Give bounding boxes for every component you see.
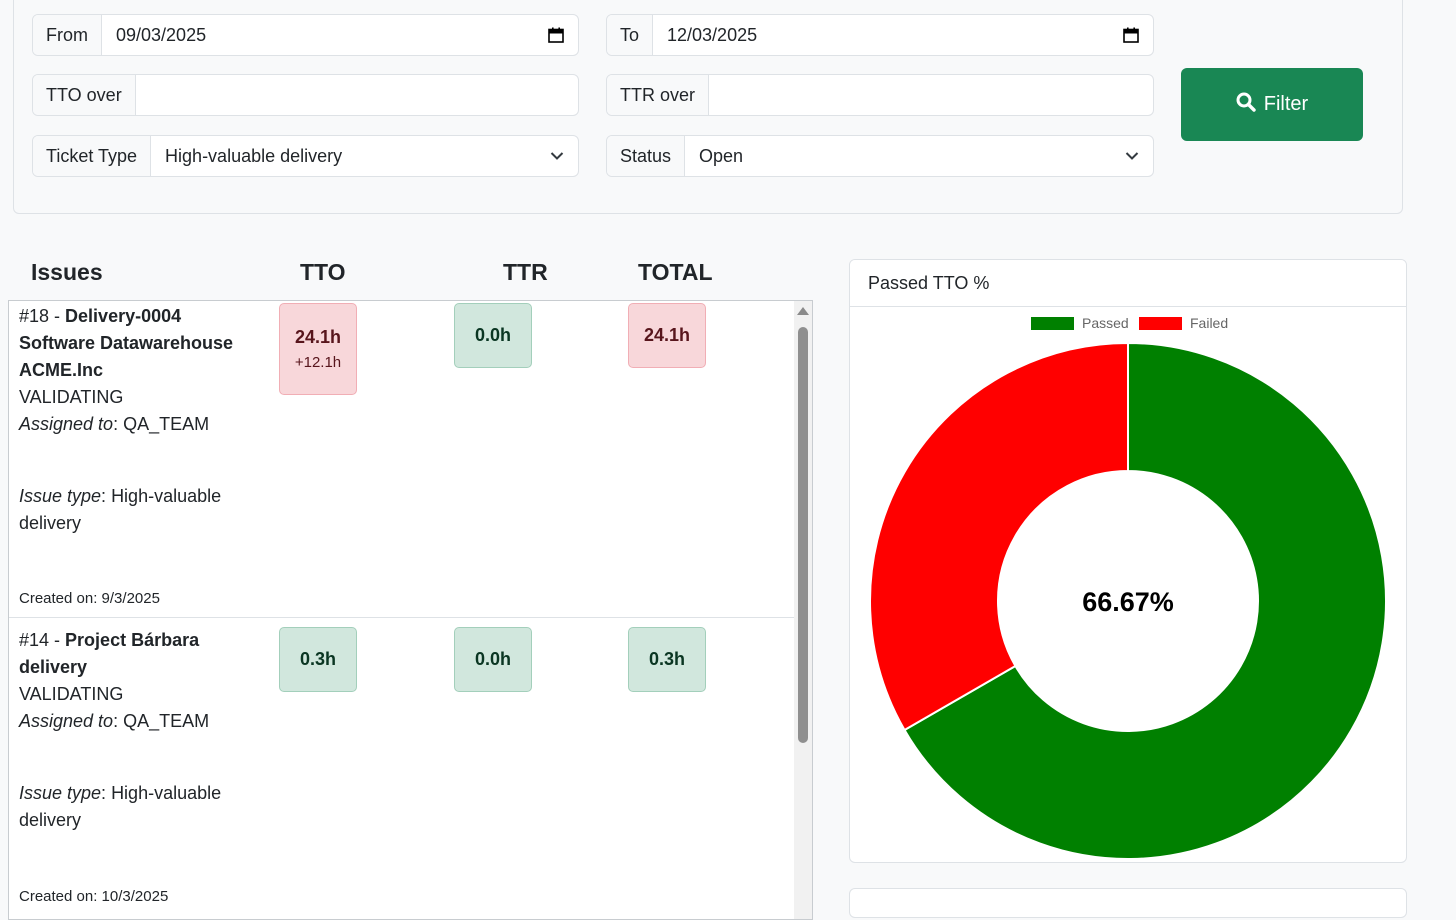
issue-type-value-cont: delivery <box>19 810 82 830</box>
status-value: Open <box>699 145 744 166</box>
issue-row: #14 - Project Bárbara delivery VALIDATIN… <box>9 627 795 919</box>
status-label: Status <box>607 136 686 176</box>
status-select[interactable]: Open <box>685 136 1153 176</box>
to-date-group: To 12/03/2025 <box>606 14 1154 56</box>
slice-failed[interactable] <box>869 341 1129 732</box>
issue-title-line[interactable]: Project Bárbara <box>65 630 199 650</box>
row-divider <box>9 617 795 618</box>
tto-badge: 24.1h +12.1h <box>279 303 357 395</box>
issues-column-header: Issues <box>31 259 103 285</box>
issue-type-value-cont: delivery <box>19 513 82 533</box>
scrollbar-thumb[interactable] <box>798 327 808 743</box>
total-badge: 24.1h <box>628 303 706 368</box>
scrollbar[interactable] <box>794 301 812 919</box>
assigned-value: QA_TEAM <box>123 711 210 731</box>
from-label: From <box>33 15 102 55</box>
issue-info: #14 - Project Bárbara delivery VALIDATIN… <box>19 627 259 905</box>
ttr-value: 0.0h <box>474 649 512 669</box>
secondary-card <box>849 888 1407 918</box>
to-date-input[interactable]: 12/03/2025 <box>653 15 1153 55</box>
tto-badge: 0.3h <box>279 627 357 692</box>
calendar-icon[interactable] <box>548 27 564 43</box>
assigned-label: Assigned to <box>19 711 114 731</box>
created-date: Created on: 9/3/2025 <box>19 590 160 607</box>
issue-type-value: High-valuable <box>111 486 222 506</box>
center-percentage-label: 66.67% <box>1082 587 1174 617</box>
legend-item-failed[interactable]: Failed <box>1139 315 1228 331</box>
issue-info: #18 - Delivery-0004 Software Datawarehou… <box>19 303 259 607</box>
scroll-up-arrow-icon[interactable] <box>797 307 809 315</box>
issue-row: #18 - Delivery-0004 Software Datawarehou… <box>9 303 795 618</box>
ticket-type-label: Ticket Type <box>33 136 152 176</box>
created-date: Created on: 10/3/2025 <box>19 888 169 905</box>
legend-item-passed[interactable]: Passed <box>1031 315 1129 331</box>
ttr-badge: 0.0h <box>454 627 532 692</box>
ticket-type-value: High-valuable delivery <box>165 145 343 166</box>
from-date-group: From 09/03/2025 <box>32 14 579 56</box>
chevron-down-icon <box>550 151 564 161</box>
to-date-value: 12/03/2025 <box>667 24 758 45</box>
legend-swatch <box>1139 317 1182 330</box>
tto-overtime: +12.1h <box>294 354 342 371</box>
issue-type-label: Issue type <box>19 783 102 803</box>
search-icon <box>1236 92 1256 118</box>
passed-tto-chart-card: Passed TTO % 66.67% Passed Failed <box>849 259 1407 863</box>
tto-over-input[interactable] <box>136 75 578 115</box>
total-value: 0.3h <box>648 649 686 669</box>
issue-id: #14 <box>19 630 50 650</box>
doughnut-chart: 66.67% Passed Failed <box>869 315 1387 860</box>
assigned-label: Assigned to <box>19 414 114 434</box>
issue-status: VALIDATING <box>19 387 124 407</box>
tto-column-header: TTO <box>300 259 346 285</box>
tto-value: 0.3h <box>299 649 337 669</box>
status-group: Status Open <box>606 135 1154 177</box>
total-column-header: TOTAL <box>638 259 713 285</box>
issue-title-line[interactable]: ACME.Inc <box>19 357 259 384</box>
from-date-input[interactable]: 09/03/2025 <box>102 15 578 55</box>
from-date-value: 09/03/2025 <box>116 24 207 45</box>
ttr-column-header: TTR <box>503 259 548 285</box>
to-label: To <box>607 15 654 55</box>
filter-button-label: Filter <box>1263 93 1309 115</box>
legend-label: Passed <box>1082 315 1129 331</box>
issues-list[interactable]: #18 - Delivery-0004 Software Datawarehou… <box>8 300 813 920</box>
ttr-over-label: TTR over <box>607 75 710 115</box>
issue-type-value: High-valuable <box>111 783 222 803</box>
tto-over-group: TTO over <box>32 74 579 116</box>
legend-label: Failed <box>1190 315 1228 331</box>
issue-type-label: Issue type <box>19 486 102 506</box>
issue-id: #18 <box>19 306 50 326</box>
total-badge: 0.3h <box>628 627 706 692</box>
ttr-over-input[interactable] <box>709 75 1153 115</box>
calendar-icon[interactable] <box>1123 27 1139 43</box>
issue-status: VALIDATING <box>19 684 124 704</box>
legend-swatch <box>1031 317 1074 330</box>
ttr-badge: 0.0h <box>454 303 532 368</box>
issue-title-line[interactable]: delivery <box>19 654 259 681</box>
chevron-down-icon <box>1125 151 1139 161</box>
ticket-type-select[interactable]: High-valuable delivery <box>151 136 578 176</box>
tto-value: 24.1h <box>294 327 342 347</box>
ttr-value: 0.0h <box>474 325 512 345</box>
filter-button[interactable]: Filter <box>1181 68 1363 141</box>
ticket-type-group: Ticket Type High-valuable delivery <box>32 135 579 177</box>
issue-title-line[interactable]: Delivery-0004 <box>65 306 181 326</box>
total-value: 24.1h <box>643 325 691 345</box>
tto-over-label: TTO over <box>33 75 136 115</box>
issue-title-line[interactable]: Software Datawarehouse <box>19 330 259 357</box>
ttr-over-group: TTR over <box>606 74 1154 116</box>
assigned-value: QA_TEAM <box>123 414 210 434</box>
